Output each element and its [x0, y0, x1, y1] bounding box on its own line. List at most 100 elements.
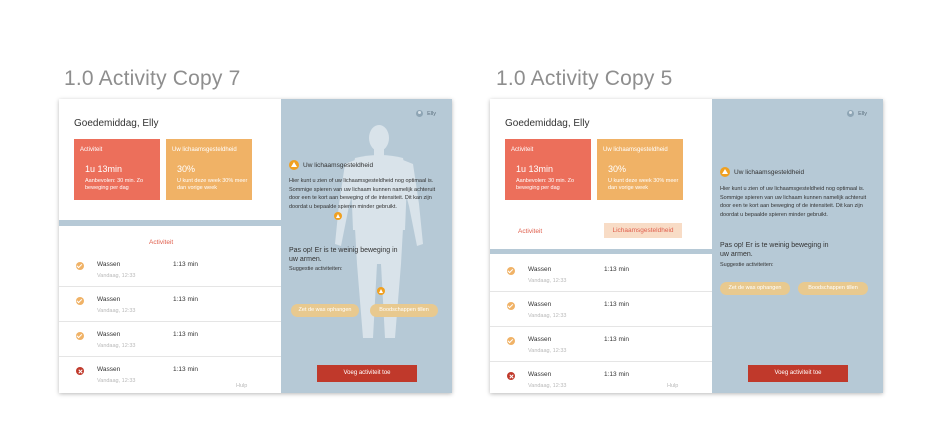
- card-subtitle: U kunt deze week 30% meer dan vorige wee…: [177, 178, 248, 191]
- condition-heading: Uw lichaamsgesteldheid: [289, 160, 373, 170]
- activity-name: Wassen: [528, 266, 552, 273]
- user-icon: [847, 110, 855, 117]
- card-value: 1u 13min: [85, 164, 123, 174]
- help-link[interactable]: Hulp: [667, 383, 678, 389]
- activity-card[interactable]: Activiteit 1u 13min Aanbevolen: 30 min. …: [74, 139, 160, 200]
- check-icon: [76, 262, 84, 270]
- activity-date: Vandaag, 12:33: [528, 383, 567, 389]
- suggestion-groceries-button[interactable]: Boodschappen tillen: [370, 304, 438, 317]
- condition-description: Hier kunt u zien of uw lichaamsgesteldhe…: [720, 186, 867, 218]
- user-menu[interactable]: Elly: [416, 110, 436, 117]
- greeting: Goedemiddag, Elly: [74, 118, 159, 129]
- card-value: 30%: [177, 164, 196, 174]
- help-link[interactable]: Hulp: [236, 383, 247, 389]
- activity-name: Wassen: [528, 371, 552, 378]
- add-activity-button[interactable]: Voeg activiteit toe: [748, 365, 848, 382]
- artboard-copy-7: Goedemiddag, Elly Activiteit 1u 13min Aa…: [59, 99, 452, 393]
- user-menu[interactable]: Elly: [847, 110, 867, 117]
- left-column: Goedemiddag, Elly Activiteit 1u 13min Aa…: [59, 99, 281, 393]
- activity-date: Vandaag, 12:33: [528, 313, 567, 319]
- suggestion-laundry-button[interactable]: Zet de was ophangen: [720, 282, 790, 295]
- activity-name: Wassen: [97, 331, 121, 338]
- condition-card[interactable]: Uw lichaamsgesteldheid 30% U kunt deze w…: [597, 139, 683, 200]
- artboard-title: 1.0 Activity Copy 7: [64, 67, 241, 90]
- warning-icon: [720, 167, 730, 177]
- activity-date: Vandaag, 12:33: [97, 273, 136, 279]
- activity-duration: 1:13 min: [604, 301, 629, 308]
- activity-date: Vandaag, 12:33: [528, 348, 567, 354]
- tab-activiteit[interactable]: Activiteit: [518, 228, 542, 235]
- suggestions-label: Suggestie activiteiten:: [289, 266, 343, 272]
- card-title: Uw lichaamsgesteldheid: [172, 147, 237, 153]
- activity-duration: 1:13 min: [604, 266, 629, 273]
- movement-alert: Pas op! Er is te weinig beweging in uw a…: [720, 242, 829, 258]
- card-subtitle: Aanbevolen: 30 min. Zo beweging per dag: [85, 178, 144, 191]
- error-icon: [76, 367, 84, 375]
- activity-duration: 1:13 min: [173, 296, 198, 303]
- card-subtitle: Aanbevolen: 30 min. Zo beweging per dag: [516, 178, 575, 191]
- activity-row[interactable]: Wassen Vandaag, 12:33 1:13 min: [490, 327, 712, 362]
- activity-row[interactable]: Wassen Vandaag, 12:33 1:13 min: [59, 287, 281, 322]
- check-icon: [76, 297, 84, 305]
- card-subtitle: U kunt deze week 30% meer dan vorige wee…: [608, 178, 679, 191]
- activity-duration: 1:13 min: [173, 366, 198, 373]
- card-title: Uw lichaamsgesteldheid: [603, 147, 668, 153]
- left-column: Goedemiddag, Elly Activiteit 1u 13min Aa…: [490, 99, 712, 393]
- activity-duration: 1:13 min: [173, 331, 198, 338]
- check-icon: [76, 332, 84, 340]
- activity-date: Vandaag, 12:33: [97, 308, 136, 314]
- design-canvas: 1.0 Activity Copy 7 Goedemiddag, Elly Ac…: [0, 0, 938, 440]
- greeting: Goedemiddag, Elly: [505, 118, 590, 129]
- activity-date: Vandaag, 12:33: [97, 378, 136, 384]
- condition-description: Hier kunt u zien of uw lichaamsgesteldhe…: [289, 178, 436, 210]
- activity-row[interactable]: Wassen Vandaag, 12:33 1:13 min: [490, 292, 712, 327]
- condition-heading-text: Uw lichaamsgesteldheid: [303, 161, 374, 169]
- user-icon: [416, 110, 424, 117]
- artboard-title: 1.0 Activity Copy 5: [496, 67, 673, 90]
- arm-warning-icon[interactable]: [334, 212, 342, 220]
- activity-card[interactable]: Activiteit 1u 13min Aanbevolen: 30 min. …: [505, 139, 591, 200]
- activity-name: Wassen: [528, 336, 552, 343]
- activity-row[interactable]: Wassen Vandaag, 12:33 1:13 min: [59, 252, 281, 287]
- artboard-copy-5: Goedemiddag, Elly Activiteit 1u 13min Aa…: [490, 99, 883, 393]
- condition-panel: Elly Uw lichaamsgesteldheid Hier kunt u …: [712, 99, 883, 393]
- movement-alert: Pas op! Er is te weinig beweging in uw a…: [289, 247, 398, 263]
- card-value: 1u 13min: [516, 164, 554, 174]
- suggestions-label: Suggestie activiteiten:: [720, 262, 774, 268]
- card-title: Activiteit: [511, 147, 534, 153]
- condition-card[interactable]: Uw lichaamsgesteldheid 30% U kunt deze w…: [166, 139, 252, 200]
- activity-name: Wassen: [528, 301, 552, 308]
- add-activity-button[interactable]: Voeg activiteit toe: [317, 365, 417, 382]
- activity-name: Wassen: [97, 366, 121, 373]
- check-icon: [507, 302, 515, 310]
- activity-date: Vandaag, 12:33: [528, 278, 567, 284]
- condition-heading-text: Uw lichaamsgesteldheid: [734, 168, 805, 176]
- condition-heading: Uw lichaamsgesteldheid: [720, 167, 804, 177]
- activity-duration: 1:13 min: [604, 336, 629, 343]
- activity-name: Wassen: [97, 261, 121, 268]
- suggestion-laundry-button[interactable]: Zet de was ophangen: [291, 304, 359, 317]
- tab-activiteit[interactable]: Activiteit: [149, 239, 173, 246]
- user-name: Elly: [858, 110, 867, 117]
- card-value: 30%: [608, 164, 627, 174]
- tab-lichaamsgesteldheid[interactable]: Lichaamsgesteldheid: [604, 223, 682, 238]
- warning-icon: [289, 160, 299, 170]
- activity-duration: 1:13 min: [173, 261, 198, 268]
- activity-row[interactable]: Wassen Vandaag, 12:33 1:13 min: [59, 357, 281, 392]
- activity-row[interactable]: Wassen Vandaag, 12:33 1:13 min: [490, 362, 712, 393]
- condition-panel: Elly Uw lichaamsgesteldheid Hier kunt u …: [281, 99, 452, 393]
- error-icon: [507, 372, 515, 380]
- check-icon: [507, 267, 515, 275]
- activity-row[interactable]: Wassen Vandaag, 12:33 1:13 min: [59, 322, 281, 357]
- section-divider: [490, 249, 712, 254]
- activity-duration: 1:13 min: [604, 371, 629, 378]
- leg-warning-icon[interactable]: [377, 287, 385, 295]
- section-divider: [59, 220, 281, 226]
- activity-date: Vandaag, 12:33: [97, 343, 136, 349]
- activity-name: Wassen: [97, 296, 121, 303]
- activity-row[interactable]: Wassen Vandaag, 12:33 1:13 min: [490, 257, 712, 292]
- suggestion-groceries-button[interactable]: Boodschappen tillen: [798, 282, 868, 295]
- check-icon: [507, 337, 515, 345]
- user-name: Elly: [427, 110, 436, 117]
- card-title: Activiteit: [80, 147, 103, 153]
